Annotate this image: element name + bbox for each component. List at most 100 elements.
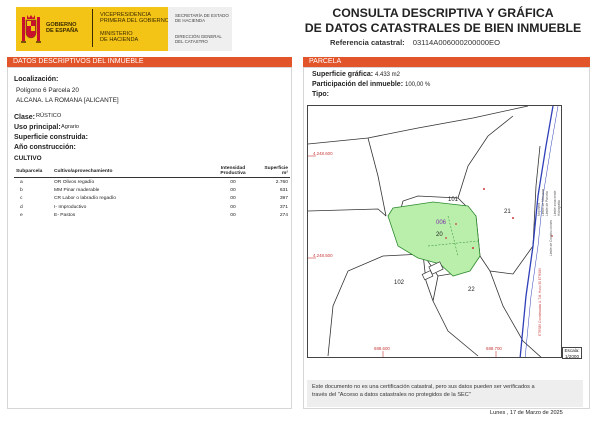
location-line1: Polígono 6 Parcela 20 (16, 87, 79, 94)
direccion-name: DIRECCIÓN GENERAL DEL CATASTRO (175, 34, 222, 44)
type-label: Tipo: (312, 91, 329, 98)
class-label: Clase: (14, 114, 36, 121)
parcel-label: 21 (504, 209, 511, 215)
parcel-label: 22 (468, 287, 475, 293)
col-intensidad: Intensidad Productiva (206, 165, 260, 178)
scale-indicator: Escala: 1/2000 (562, 347, 582, 359)
row-subparcela: b (20, 188, 23, 194)
boundary-line (367, 137, 387, 217)
boundary-line (308, 106, 529, 145)
document-date: Lunes , 17 de Marzo de 2025 (490, 410, 563, 416)
boundary-line (457, 115, 514, 199)
boundary-line (327, 253, 424, 357)
main-use-label: Uso principal: (14, 124, 61, 131)
x-coordinate-label: 688.600 (374, 346, 390, 351)
header-divider (92, 9, 93, 47)
ministry-line2: DE HACIENDA (100, 37, 139, 44)
ministry-name: MINISTERIO DE HACIENDA (100, 31, 138, 44)
location-label: Localización: (14, 76, 59, 83)
row-cultivo: I- Improductivo (54, 204, 87, 210)
location-line2: ALCANA. LA ROMANA [ALICANTE] (16, 97, 119, 104)
participation-value: 100,00 % (405, 82, 431, 88)
property-data-header: DATOS DESCRIPTIVOS DEL INMUEBLE (7, 57, 292, 67)
parcel-label: 101 (448, 197, 459, 203)
row-superficie: 397 (279, 196, 288, 202)
col-superficie: Superficie m² (260, 165, 290, 178)
col-cultivo: Cultivo/aprovechamiento (52, 165, 206, 178)
construction-year-label: Año construcción: (14, 144, 76, 151)
row-superficie: 2.760 (275, 179, 288, 185)
y-coordinate-label: 4.248.500 (313, 253, 333, 258)
vice-title: VICEPRESIDENCIA PRIMERA DEL GOBIERNO (100, 12, 169, 25)
coat-of-arms-icon (21, 15, 41, 43)
x-coordinate-label: 688.700 (486, 346, 502, 351)
row-subparcela: e (20, 213, 23, 219)
legend-item: Hidrografía (557, 200, 561, 216)
row-intensidad: 00 (230, 179, 236, 185)
cadastral-reference-value: 03114A006000200000EO (412, 38, 500, 47)
document-title-line1: CONSULTA DESCRIPTIVA Y GRÁFICA (332, 6, 554, 20)
legend-item: Límite de Construcciones (549, 220, 553, 256)
class-value: RÚSTICO (36, 113, 62, 119)
parcel-header: PARCELA (303, 57, 590, 67)
table-row: c CR Labor o labradío regadío 00 397 (14, 195, 290, 203)
row-superficie: 274 (279, 213, 288, 219)
boundary-line (308, 208, 387, 217)
scale-label: Escala: (564, 348, 580, 353)
row-intensidad: 00 (230, 196, 236, 202)
parcel-label: 006 (436, 220, 447, 226)
secretaria-line2: DE HACIENDA (175, 18, 206, 24)
crop-table-header-row: Subparcela Cultivo/aprovechamiento Inten… (14, 165, 290, 178)
row-subparcela: a (20, 179, 23, 185)
cadastral-map: 101 21 20 006 102 22 4.248.600 4.248.500… (307, 105, 562, 358)
legal-notice: Este documento no es una certificación c… (307, 380, 583, 407)
row-cultivo: OR Olivos regadío (54, 179, 95, 185)
parcel-label: 102 (394, 280, 405, 286)
row-intensidad: 00 (230, 204, 236, 210)
parcel-label: 20 (436, 232, 443, 238)
legend-item: Límite de Parcela (545, 191, 549, 216)
boundary-marker (512, 217, 514, 219)
table-row: a OR Olivos regadío 00 2.760 (14, 178, 290, 187)
table-row: e E- Pastos 00 274 (14, 212, 290, 220)
document-title: CONSULTA DESCRIPTIVA Y GRÁFICA DE DATOS … (298, 6, 588, 35)
row-intensidad: 00 (230, 213, 236, 219)
boundary-line (489, 270, 542, 357)
y-coordinate-label: 4.248.600 (313, 151, 333, 156)
row-cultivo: CR Labor o labradío regadío (54, 196, 116, 202)
cadastral-reference-label: Referencia catastral: (330, 38, 405, 47)
col-subparcela: Subparcela (14, 165, 52, 178)
row-superficie: 631 (279, 188, 288, 194)
row-intensidad: 00 (230, 188, 236, 194)
boundary-marker (483, 188, 485, 190)
row-subparcela: c (20, 196, 23, 202)
row-cultivo: E- Pastos (54, 213, 76, 219)
notice-line2: través del "Acceso a datos catastrales n… (312, 392, 471, 398)
built-area-label: Superficie construida: (14, 134, 88, 141)
gov-name-line2: DE ESPAÑA (46, 28, 79, 35)
row-cultivo: MM Pinar maderable (54, 188, 100, 194)
gov-name: GOBIERNO DE ESPAÑA (46, 22, 78, 35)
boundary-marker (445, 237, 447, 239)
document-title-line2: DE DATOS CATASTRALES DE BIEN INMUEBLE (304, 20, 582, 35)
vice-title-line2: PRIMERA DEL GOBIERNO (100, 18, 170, 25)
building-shape (421, 270, 434, 281)
direccion-line2: DEL CATASTRO (175, 39, 208, 45)
table-row: d I- Improductivo 00 371 (14, 203, 290, 211)
graphic-area-label: Superficie gráfica: (312, 71, 374, 78)
graphic-area-value: 4.433 m2 (375, 72, 401, 78)
crop-section-label: CULTIVO (14, 155, 42, 162)
participation-label: Participación del inmueble: (312, 81, 404, 88)
scale-value: 1/2000 (564, 353, 580, 359)
crop-table: Subparcela Cultivo/aprovechamiento Inten… (14, 165, 290, 220)
secretaria-name: SECRETARÍA DE ESTADO DE HACIENDA (175, 13, 229, 23)
cadastral-reference: Referencia catastral: 03114A006000200000E… (330, 38, 500, 47)
boundary-marker (472, 247, 474, 249)
row-subparcela: d (20, 204, 23, 210)
row-superficie: 371 (279, 204, 288, 210)
main-use-value: Agrario (61, 124, 80, 130)
boundary-marker (455, 223, 457, 225)
table-row: b MM Pinar maderable 00 631 (14, 186, 290, 194)
notice-line1: Este documento no es una certificación c… (312, 384, 535, 390)
projection-note: ETRS89 Coordenadas U.T.M. Huso 30 ETRS89 (538, 268, 542, 336)
